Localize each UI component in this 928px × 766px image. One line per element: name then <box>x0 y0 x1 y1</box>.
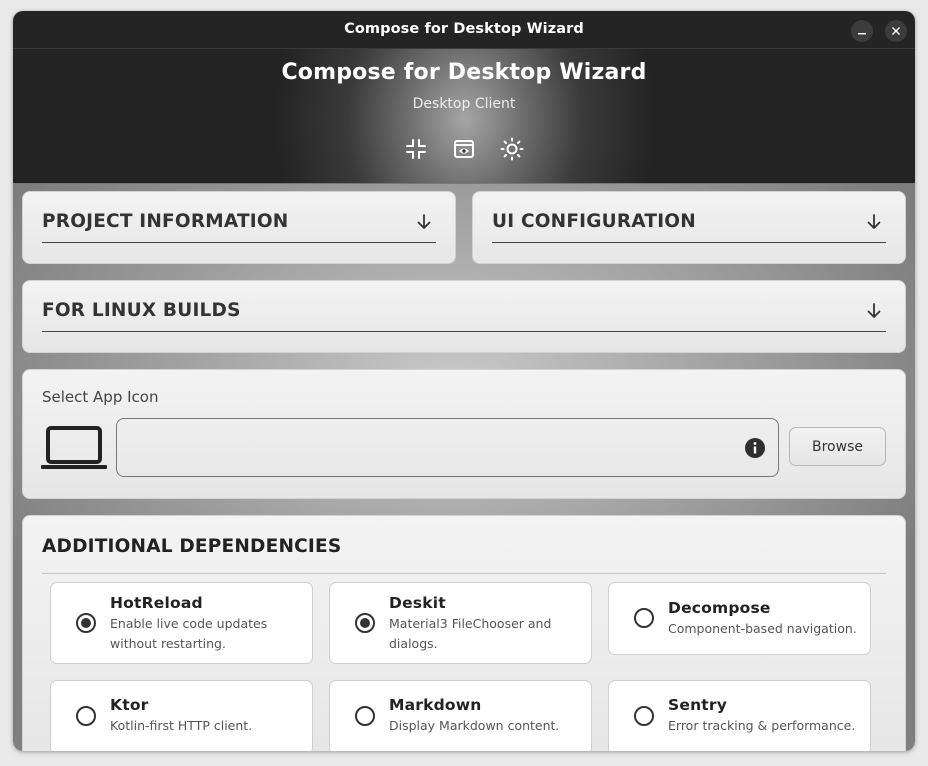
section-title: FOR LINUX BUILDS <box>42 300 241 321</box>
section-divider <box>492 242 886 243</box>
window-title: Compose for Desktop Wizard <box>344 21 584 37</box>
dependency-description: Kotlin-first HTTP client. <box>110 718 253 733</box>
app-subtitle: Desktop Client <box>412 96 516 112</box>
dependency-markdown[interactable]: Markdown Display Markdown content. <box>329 680 592 751</box>
collapse-icon[interactable] <box>404 137 428 161</box>
section-divider <box>42 242 436 243</box>
dependency-name: HotReload <box>110 594 203 612</box>
browse-button[interactable]: Browse <box>789 427 886 466</box>
dependency-ktor[interactable]: Ktor Kotlin-first HTTP client. <box>50 680 313 751</box>
app-header: Compose for Desktop Wizard Desktop Clien… <box>13 49 915 184</box>
dependency-name: Deskit <box>389 594 446 612</box>
arrow-down-icon <box>417 214 431 229</box>
linux-builds-section[interactable]: FOR LINUX BUILDS <box>22 280 906 353</box>
close-button[interactable] <box>885 20 907 42</box>
radio-unselected[interactable] <box>76 706 96 726</box>
dependency-description: Component-based navigation. <box>668 621 857 636</box>
dependency-name: Sentry <box>668 696 728 714</box>
minimize-icon <box>858 33 866 35</box>
dependency-description: Error tracking & performance. <box>668 718 856 733</box>
preview-icon[interactable] <box>452 137 476 161</box>
section-divider <box>42 573 886 574</box>
ui-configuration-section[interactable]: UI CONFIGURATION <box>472 191 906 264</box>
app-title: Compose for Desktop Wizard <box>281 60 647 85</box>
app-icon-section: Select App Icon Browse <box>22 369 906 499</box>
app-icon-path-input[interactable] <box>116 418 779 477</box>
arrow-down-icon <box>867 303 881 318</box>
section-title: UI CONFIGURATION <box>492 211 696 232</box>
radio-unselected[interactable] <box>634 706 654 726</box>
close-icon <box>891 26 901 36</box>
app-icon-label: Select App Icon <box>42 388 159 406</box>
dependency-description: Enable live code updates without restart… <box>110 616 268 651</box>
dependency-deskit[interactable]: Deskit Material3 FileChooser and dialogs… <box>329 582 592 664</box>
content-area: PROJECT INFORMATION UI CONFIGURATION FOR… <box>13 184 915 751</box>
project-information-section[interactable]: PROJECT INFORMATION <box>22 191 456 264</box>
minimize-button[interactable] <box>851 20 873 42</box>
additional-dependencies-section: ADDITIONAL DEPENDENCIES HotReload Enable… <box>22 515 906 751</box>
theme-icon[interactable] <box>500 137 524 161</box>
laptop-icon <box>41 426 107 469</box>
section-divider <box>42 331 886 332</box>
app-window: Compose for Desktop Wizard Compose for D… <box>13 11 915 751</box>
title-bar: Compose for Desktop Wizard <box>13 11 915 49</box>
radio-selected[interactable] <box>355 613 375 633</box>
arrow-down-icon <box>867 214 881 229</box>
dependency-name: Ktor <box>110 696 149 714</box>
radio-selected[interactable] <box>76 613 96 633</box>
radio-unselected[interactable] <box>355 706 375 726</box>
dependency-description: Display Markdown content. <box>389 718 560 733</box>
section-title: PROJECT INFORMATION <box>42 211 289 232</box>
dependency-decompose[interactable]: Decompose Component-based navigation. <box>608 582 871 655</box>
dependency-sentry[interactable]: Sentry Error tracking & performance. <box>608 680 871 751</box>
radio-unselected[interactable] <box>634 608 654 628</box>
dependency-description: Material3 FileChooser and dialogs. <box>389 616 552 651</box>
dependency-name: Decompose <box>668 599 771 617</box>
dependencies-title: ADDITIONAL DEPENDENCIES <box>42 536 342 557</box>
dependency-name: Markdown <box>389 696 482 714</box>
info-icon[interactable] <box>744 437 766 459</box>
dependency-hotreload[interactable]: HotReload Enable live code updates witho… <box>50 582 313 664</box>
